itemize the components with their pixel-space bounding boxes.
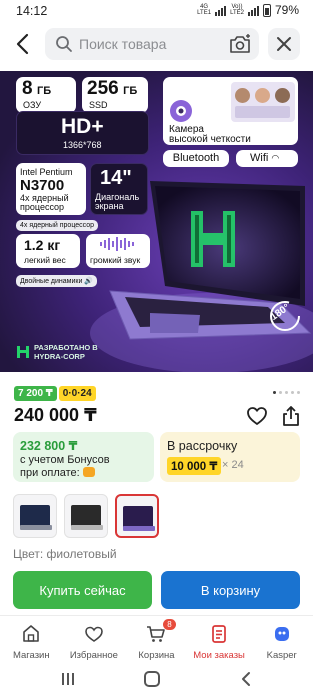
webcam-icon xyxy=(170,100,192,122)
soundwave-icon xyxy=(100,237,134,251)
made-by-label: РАЗРАБОТАНО В HYDRA-CORP xyxy=(16,343,98,361)
video-call-preview xyxy=(231,82,295,122)
spec-cpu: Intel Pentium N3700 4х ядерный процессор xyxy=(16,163,86,215)
chevron-left-icon xyxy=(16,33,29,55)
orders-icon xyxy=(212,625,226,643)
bonus-coin-icon xyxy=(82,467,95,477)
add-to-cart-button[interactable]: В корзину xyxy=(161,571,300,609)
product-image[interactable]: 8 ГБ ОЗУ 256 ГБ SSD Камера высокой четко… xyxy=(0,71,313,372)
recent-apps-icon[interactable] xyxy=(60,671,76,687)
system-navigation xyxy=(0,661,313,698)
color-variants xyxy=(13,494,159,538)
nav-item-cart[interactable]: 8 Корзина xyxy=(125,616,188,661)
installment-card[interactable]: В рассрочку 10 000 ₸ × 24 xyxy=(160,432,300,482)
spec-bluetooth: Bluetooth xyxy=(163,150,229,167)
product-price: 240 000 ₸ xyxy=(14,405,97,425)
signal-icon xyxy=(215,5,227,16)
color-label: Цвет: фиолетовый xyxy=(13,547,117,561)
search-header xyxy=(0,25,313,63)
network-indicator: 4G LTE1 xyxy=(197,4,212,16)
status-time: 14:12 xyxy=(16,4,48,18)
cpu-pill: 4х ядерный процессор xyxy=(16,220,99,231)
bonus-price: 232 800 ₸ xyxy=(20,439,78,453)
camera-search-icon[interactable] xyxy=(229,34,251,54)
nav-item-favorites[interactable]: Избранное xyxy=(63,616,126,661)
bottom-navigation: Магазин Избранное 8 Корзина Мои заказы K… xyxy=(0,615,313,661)
spec-sound: громкий звук xyxy=(86,234,150,268)
installment-badge: 0·0·24 xyxy=(58,386,96,401)
installment-multiplier: × 24 xyxy=(222,459,244,471)
hydra-logo-icon xyxy=(17,346,29,358)
nav-item-shop[interactable]: Магазин xyxy=(0,616,63,661)
cart-count-badge: 8 xyxy=(163,619,176,630)
promo-badges: 7 200 ₸ 0·0·24 xyxy=(14,386,96,401)
speakers-pill: Двойные динамики 🔊 xyxy=(16,275,98,287)
close-icon xyxy=(277,37,291,51)
system-back-icon[interactable] xyxy=(238,671,254,687)
installment-value: 10 000 ₸ xyxy=(167,457,222,475)
search-bar[interactable] xyxy=(45,28,259,60)
nav-item-orders[interactable]: Мои заказы xyxy=(188,616,251,661)
spec-wifi: Wifi ◠ xyxy=(236,150,298,167)
bonus-price-card[interactable]: 232 800 ₸ с учетом Бонусов при оплате: xyxy=(13,432,154,482)
spec-display: HD+ 1366*768 xyxy=(16,111,149,155)
buy-now-button[interactable]: Купить сейчас xyxy=(13,571,152,609)
close-button[interactable] xyxy=(268,28,300,60)
battery-percent: 79% xyxy=(274,3,299,17)
signal-icon-2 xyxy=(247,5,259,16)
kasper-assistant-icon xyxy=(274,627,289,641)
share-button[interactable] xyxy=(280,405,302,427)
spec-screen: 14" Диагональ экрана xyxy=(90,163,148,215)
variant-thumb[interactable] xyxy=(64,494,108,538)
image-pager xyxy=(273,391,300,394)
shop-icon xyxy=(23,625,40,642)
home-button-icon[interactable] xyxy=(144,671,160,687)
battery-icon xyxy=(262,3,271,17)
spec-ram: 8 ГБ ОЗУ xyxy=(16,77,76,113)
search-icon xyxy=(56,36,72,52)
volte-indicator: Vo)) LTE2 xyxy=(230,4,244,16)
spec-ssd: 256 ГБ SSD xyxy=(82,77,148,113)
back-button[interactable] xyxy=(12,31,36,57)
spec-weight: 1.2 кг легкий вес xyxy=(16,234,80,268)
status-indicators: 4G LTE1 Vo)) LTE2 79% xyxy=(197,3,299,17)
nav-item-kasper[interactable]: Kasper xyxy=(250,616,313,661)
spec-camera: Камера высокой четкости xyxy=(163,77,298,145)
bonus-badge: 7 200 ₸ xyxy=(14,386,57,401)
favorite-button[interactable] xyxy=(246,405,268,427)
search-input[interactable] xyxy=(79,34,219,54)
share-icon xyxy=(283,406,299,426)
variant-thumb[interactable] xyxy=(13,494,57,538)
heart-icon xyxy=(247,407,267,425)
speaker-icon: 🔊 xyxy=(84,278,94,285)
variant-thumb-selected[interactable] xyxy=(115,494,159,538)
heart-icon xyxy=(85,626,103,642)
wifi-icon: ◠ xyxy=(271,153,280,163)
status-bar: 14:12 4G LTE1 Vo)) LTE2 79% xyxy=(0,0,313,22)
